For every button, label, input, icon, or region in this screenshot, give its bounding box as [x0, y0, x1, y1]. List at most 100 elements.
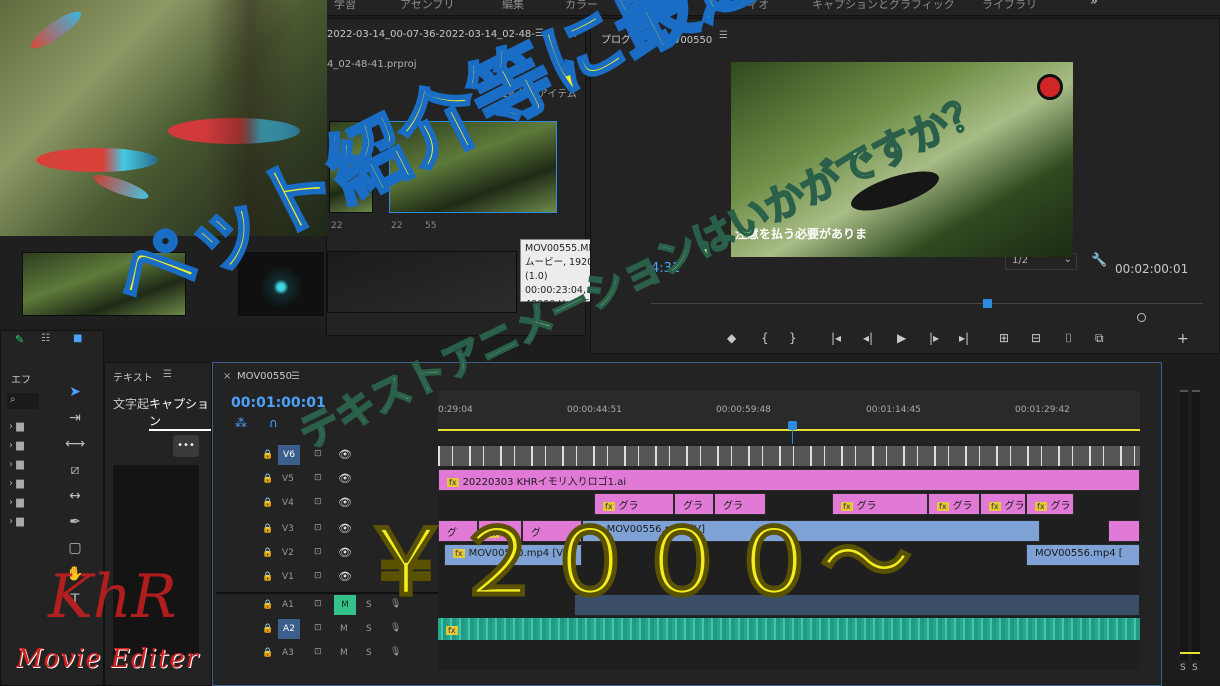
lock-icon[interactable]: 🔒 [262, 624, 273, 634]
mute-button[interactable]: M [340, 624, 348, 634]
close-icon[interactable]: × [223, 371, 231, 382]
wrench-icon[interactable]: 🔧 [1091, 253, 1107, 268]
add-marker-icon[interactable]: ◆ [727, 331, 736, 345]
pen-icon[interactable]: ✒ [59, 509, 91, 535]
ruler-tick: 00:01:14:45 [866, 405, 921, 415]
search-input[interactable]: ⌕ [7, 393, 39, 409]
audio-clip-a2[interactable]: fx [438, 618, 1140, 640]
folder-item[interactable]: › ▆ [9, 436, 24, 455]
panel-menu-icon[interactable]: ☰ [291, 371, 300, 382]
track-label: V2 [282, 548, 294, 558]
lock-icon[interactable]: 🔒 [262, 450, 273, 460]
camera-icon[interactable]: ⌷ [1065, 331, 1072, 346]
eye-icon[interactable]: 👁 [338, 570, 352, 583]
ripple-edit-icon[interactable]: ⟷ [59, 431, 91, 457]
audio-meters: S S [1176, 380, 1206, 680]
lock-icon[interactable]: 🔒 [262, 572, 273, 582]
mark-in-icon[interactable]: { [761, 331, 769, 345]
lift-icon[interactable]: ⊞ [999, 331, 1009, 345]
more-options-button[interactable]: ••• [173, 435, 199, 457]
microphone-icon[interactable]: 🎙 [390, 647, 401, 657]
track-target[interactable]: V6 [278, 445, 300, 465]
icon-view-icon[interactable]: ■ [73, 333, 82, 344]
step-back-icon[interactable]: ◂| [863, 331, 873, 345]
pencil-icon[interactable]: ✎ [15, 333, 95, 347]
panel-menu-icon[interactable]: ☰ [163, 369, 172, 380]
workspace-tab-libraries[interactable]: ライブラリ [982, 0, 1037, 12]
snap-icon[interactable]: ⁂ [235, 416, 247, 430]
play-icon[interactable]: ▶ [897, 331, 906, 345]
mark-out-icon[interactable]: } [789, 331, 797, 345]
eye-icon[interactable]: 👁 [338, 496, 352, 509]
lock-icon[interactable]: 🔒 [262, 474, 273, 484]
media-thumbnail[interactable] [327, 251, 517, 313]
tab-captions[interactable]: キャプション [149, 395, 211, 431]
folder-item[interactable]: › ▆ [9, 455, 24, 474]
lock-icon[interactable]: 🔒 [262, 498, 273, 508]
ruler-tick: 00:00:59:48 [716, 405, 771, 415]
rectangle-icon[interactable]: ▢ [59, 535, 91, 561]
sync-icon[interactable]: ⊡ [314, 547, 322, 557]
eye-icon[interactable]: 👁 [338, 472, 352, 485]
effects-folder-list: › ▆ › ▆ › ▆ › ▆ › ▆ › ▆ [9, 417, 24, 531]
thumbnail-label: 55 [425, 221, 437, 231]
extract-icon[interactable]: ⊟ [1031, 331, 1041, 345]
v6-caption-clips[interactable] [438, 446, 1140, 466]
workspace-more-button[interactable]: » [1090, 0, 1098, 9]
clip-graphic[interactable]: fx グラ [928, 493, 980, 515]
effects-panel-title: エフ [11, 375, 31, 386]
lock-icon[interactable]: 🔒 [262, 600, 273, 610]
go-to-out-icon[interactable]: ▸| [959, 331, 969, 345]
compare-icon[interactable]: ⧉ [1095, 331, 1104, 346]
clip-label: MOV00556.mp4 [ [1035, 548, 1123, 559]
sync-icon[interactable]: ⊡ [314, 599, 322, 609]
mute-button[interactable]: M [340, 648, 348, 658]
eye-icon[interactable]: 👁 [338, 448, 352, 461]
sync-icon[interactable]: ⊡ [314, 523, 322, 533]
workspace-tab-captions[interactable]: キャプションとグラフィック [812, 0, 955, 12]
microphone-icon[interactable]: 🎙 [390, 623, 401, 633]
track-label: A3 [282, 648, 294, 658]
slip-icon[interactable]: ↔ [59, 483, 91, 509]
add-button-icon[interactable]: + [1177, 331, 1189, 347]
folder-item[interactable]: › ▆ [9, 474, 24, 493]
selection-tool-icon[interactable]: ➤ [59, 379, 91, 405]
folder-item[interactable]: › ▆ [9, 417, 24, 436]
solo-button[interactable]: S [366, 648, 372, 658]
logo-caption: Movie Editer [16, 644, 200, 674]
clip-graphic[interactable] [1108, 520, 1140, 542]
meter-solo-left[interactable]: S [1180, 663, 1186, 673]
clip-video[interactable]: MOV00556.mp4 [ [1026, 544, 1140, 566]
meter-solo-right[interactable]: S [1192, 663, 1198, 673]
clip-graphic[interactable]: fx グラ [1026, 493, 1074, 515]
folder-item[interactable]: › ▆ [9, 493, 24, 512]
list-view-icon[interactable]: ☷ [41, 333, 50, 344]
go-to-in-icon[interactable]: |◂ [831, 331, 841, 345]
sync-icon[interactable]: ⊡ [314, 623, 322, 633]
solo-button[interactable]: S [366, 624, 372, 634]
track-target[interactable]: A2 [278, 619, 300, 639]
playhead-marker[interactable] [983, 299, 992, 308]
eye-icon[interactable]: 👁 [338, 522, 352, 535]
lock-icon[interactable]: 🔒 [262, 648, 273, 658]
sync-icon[interactable]: ⊡ [314, 571, 322, 581]
workspace-tab-learn[interactable]: 学習 [334, 0, 356, 12]
tab-transcript[interactable]: 文字起 [113, 395, 149, 412]
program-scrub-bar[interactable] [651, 298, 1203, 304]
sync-icon[interactable]: ⊡ [314, 647, 322, 657]
lock-icon[interactable]: 🔒 [262, 548, 273, 558]
razor-icon[interactable]: ⧄ [59, 457, 91, 483]
track-select-icon[interactable]: ⇥ [59, 405, 91, 431]
zoom-handle[interactable] [1137, 313, 1146, 322]
workspace-tab-assembly[interactable]: アセンブリ [400, 0, 454, 12]
linked-selection-icon[interactable]: ∩ [269, 416, 278, 430]
folder-item[interactable]: › ▆ [9, 512, 24, 531]
meter-right [1192, 390, 1200, 660]
clip-graphic[interactable]: fx グラ [980, 493, 1026, 515]
mute-button[interactable]: M [334, 595, 356, 615]
eye-icon[interactable]: 👁 [338, 546, 352, 559]
lock-icon[interactable]: 🔒 [262, 524, 273, 534]
step-forward-icon[interactable]: |▸ [929, 331, 939, 345]
sync-icon[interactable]: ⊡ [314, 497, 322, 507]
sync-icon[interactable]: ⊡ [314, 473, 322, 483]
